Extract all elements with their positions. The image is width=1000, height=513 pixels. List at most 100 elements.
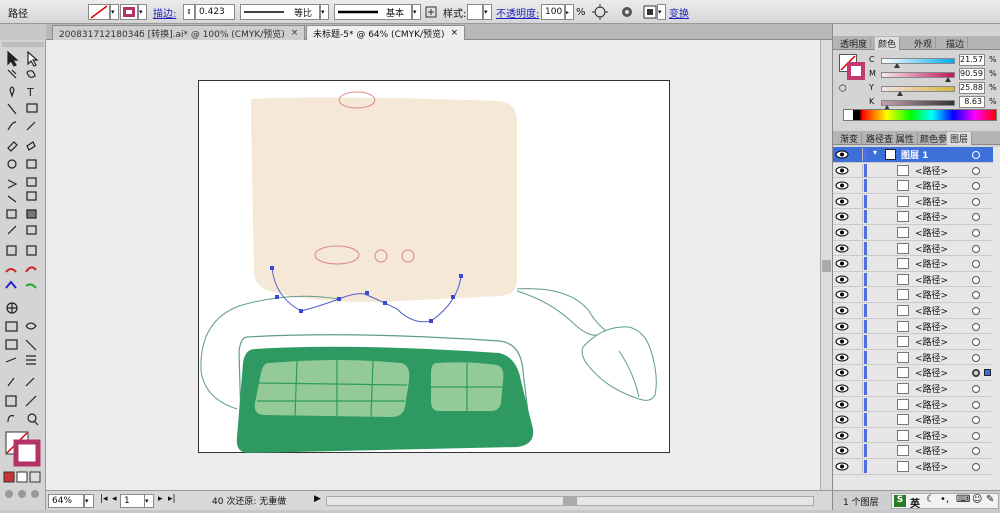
style-dropdown-icon[interactable]: ▾ [483,4,492,20]
layer-path-row[interactable]: <路径> [833,459,993,475]
lock-toggle[interactable] [851,226,863,239]
lock-toggle[interactable] [851,179,863,193]
fill-swatch-button[interactable] [88,4,110,20]
main-key-block[interactable] [254,360,410,417]
brush-select[interactable]: 基本 [334,4,412,20]
eye-icon[interactable] [835,367,849,378]
artwork-svg[interactable]: DESIGN [199,81,671,454]
channel-value-input[interactable]: 21.57 [959,54,985,66]
eye-icon[interactable] [835,274,849,285]
path-name[interactable]: <路径> [915,164,948,177]
desk-outline-left[interactable] [200,370,238,410]
transform-label[interactable]: 变换 [669,5,689,20]
layer-path-row[interactable]: <路径> [833,194,993,210]
ime-language-label[interactable]: 英 [910,495,920,510]
eye-icon[interactable] [835,305,849,316]
horizontal-scrollbar[interactable] [326,496,814,506]
punctuation-icon[interactable]: •, [940,494,949,505]
lock-toggle[interactable] [851,350,863,364]
tab-color[interactable]: 颜色 [875,37,901,50]
doc-tab-2[interactable]: 未标题-5* @ 64% (CMYK/预览) × [306,25,466,40]
stroke-weight-stepper[interactable]: ⇕ [183,4,195,20]
target-icon[interactable] [972,463,980,471]
path-name[interactable]: <路径> [915,398,948,411]
channel-slider[interactable] [881,100,955,106]
layer-path-row[interactable]: <路径> [833,272,993,288]
target-icon[interactable] [972,400,980,409]
eye-icon[interactable] [835,211,849,222]
lock-toggle[interactable] [851,241,863,255]
ime-logo-icon[interactable]: S [894,495,906,507]
brush-options-icon[interactable] [425,0,437,24]
path-name[interactable]: <路径> [915,382,948,395]
lock-toggle[interactable] [851,163,863,177]
opacity-link[interactable]: 不透明度: [496,0,539,24]
layer-path-row[interactable]: <路径> [833,287,993,303]
target-icon[interactable] [972,260,980,269]
path-name[interactable]: <路径> [915,226,948,239]
moon-icon[interactable]: ☾ [926,494,935,505]
stroke-link[interactable]: 描边: [153,0,176,24]
target-icon[interactable] [972,213,980,222]
tab-pathfinder[interactable]: 路径查 [863,132,898,145]
first-page-icon[interactable]: |◂ [100,494,108,504]
user-icon[interactable]: ☺ [972,494,982,505]
path-name[interactable]: <路径> [915,351,948,364]
zoom-dropdown-icon[interactable]: ▾ [84,494,94,508]
path-name[interactable]: <路径> [915,335,948,348]
channel-slider[interactable] [881,86,955,92]
layer-path-row[interactable]: <路径> [833,303,993,319]
layer-path-row[interactable]: <路径> [833,319,993,335]
channel-value-input[interactable]: 25.88 [959,82,985,94]
path-name[interactable]: <路径> [915,288,948,301]
eye-icon[interactable] [835,321,849,332]
tab-transparency[interactable]: 透明度 [837,37,872,50]
target-icon[interactable] [972,447,980,456]
path-name[interactable]: <路径> [915,257,948,270]
eye-icon[interactable] [835,352,849,363]
layer-path-row[interactable]: <路径> [833,350,993,366]
path-name[interactable]: <路径> [915,179,948,192]
keyboard-icon[interactable]: ⌨ [956,494,970,505]
target-icon[interactable] [972,322,980,331]
stroke-weight-input[interactable]: 0.423 [195,4,235,20]
target-icon[interactable] [972,353,980,362]
color-spectrum[interactable] [843,109,997,121]
prev-page-icon[interactable]: ◂ [112,494,117,504]
channel-slider[interactable] [881,72,955,78]
stroke-swatch-button[interactable] [120,4,138,20]
eye-icon[interactable] [835,243,849,254]
eye-icon[interactable] [835,149,849,160]
target-icon[interactable] [972,307,980,315]
align-icon[interactable] [643,0,657,24]
layer-path-row[interactable]: <路径> [833,428,993,444]
layer-path-row[interactable]: <路径> [833,225,993,241]
vertical-scrollbar[interactable] [820,40,832,490]
lock-toggle[interactable] [851,460,863,473]
path-name[interactable]: <路径> [915,195,948,208]
gear-icon[interactable] [620,0,634,24]
eye-icon[interactable] [835,383,849,394]
channel-value-input[interactable]: 8.63 [959,96,985,108]
path-name[interactable]: <路径> [915,429,948,442]
profile-dropdown-icon[interactable]: ▾ [320,4,329,20]
path-name[interactable]: <路径> [915,273,948,286]
brush-dropdown-icon[interactable]: ▾ [412,4,421,20]
fill-dropdown-icon[interactable]: ▾ [110,4,119,20]
path-name[interactable]: <路径> [915,242,948,255]
layer-path-row[interactable]: <路径> [833,365,993,381]
target-icon[interactable] [972,182,980,191]
close-icon[interactable]: × [291,28,299,38]
status-menu-icon[interactable]: ▶ [314,494,321,504]
tab-attributes[interactable]: 属性 [893,132,919,145]
layer-path-row[interactable]: <路径> [833,443,993,459]
monitor-shape[interactable] [251,97,517,302]
eye-icon[interactable] [835,399,849,410]
target-icon[interactable] [972,229,980,237]
lock-toggle[interactable] [851,288,863,302]
lock-toggle[interactable] [851,272,863,286]
lock-toggle[interactable] [851,366,863,380]
path-name[interactable]: <路径> [915,413,948,426]
lock-toggle[interactable] [851,210,863,224]
mouse-shape[interactable] [581,326,657,401]
